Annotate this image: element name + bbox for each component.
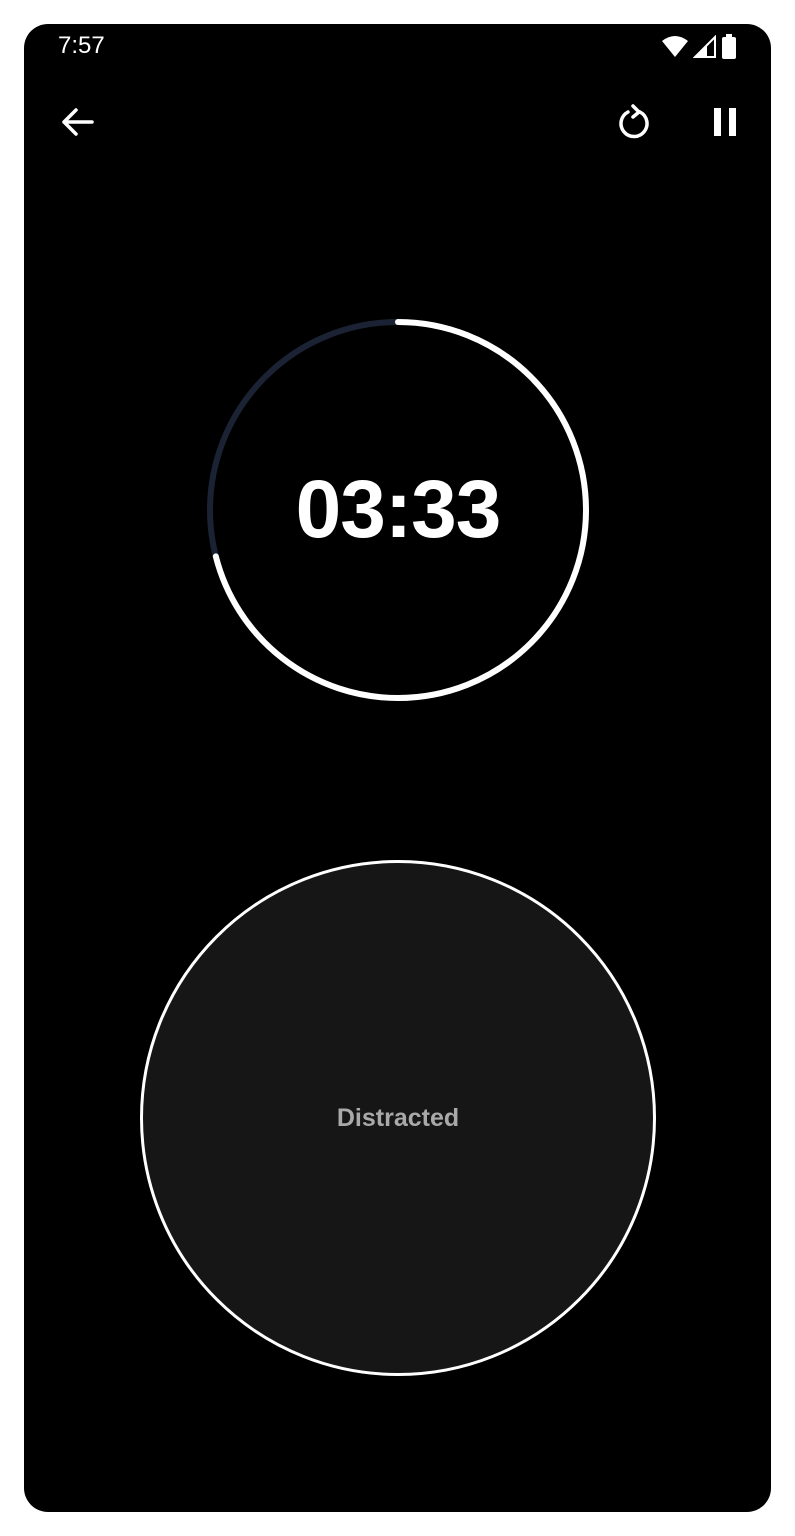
countdown-timer: 03:33: [205, 317, 591, 703]
toolbar: [24, 94, 771, 154]
cell-signal-icon: [693, 35, 716, 58]
status-time: 7:57: [58, 32, 105, 59]
pause-button[interactable]: [697, 94, 753, 150]
app-screen: 7:57 03:33 Distracted: [24, 24, 771, 1512]
arrow-left-icon: [62, 108, 94, 136]
reset-button[interactable]: [606, 94, 662, 150]
timer-display: 03:33: [295, 464, 502, 555]
battery-icon: [722, 34, 736, 59]
distracted-button-label: Distracted: [336, 1103, 460, 1132]
pause-icon: [714, 108, 736, 136]
restart-icon: [619, 104, 649, 139]
status-bar: 7:57: [24, 24, 771, 72]
back-button[interactable]: [49, 94, 105, 150]
wifi-icon: [662, 36, 688, 57]
status-icons: [661, 34, 737, 60]
distracted-button[interactable]: Distracted: [140, 860, 656, 1376]
